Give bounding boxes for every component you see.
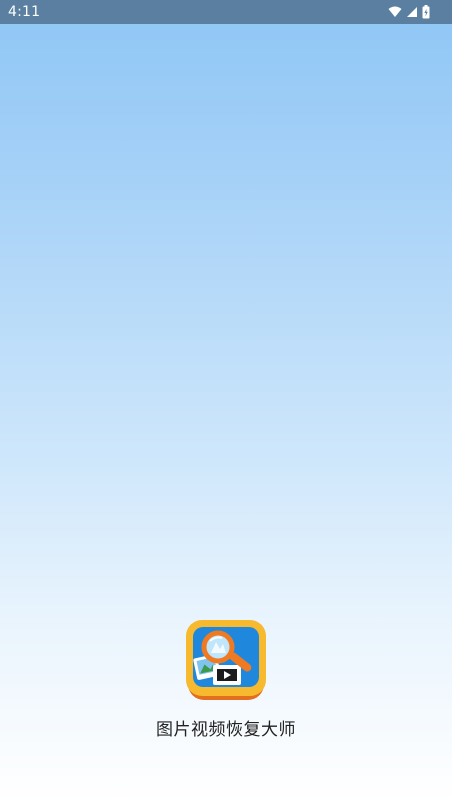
app-name: 图片视频恢复大师 xyxy=(156,720,296,740)
splash-screen: 4:11 图片视频恢复大师 xyxy=(0,0,452,804)
status-time: 4:11 xyxy=(8,4,41,20)
cellular-signal-icon xyxy=(406,6,418,18)
status-bar: 4:11 xyxy=(0,0,452,24)
app-logo-icon xyxy=(186,620,266,700)
status-icons xyxy=(388,4,430,20)
splash-content: 图片视频恢复大师 xyxy=(0,620,452,770)
battery-charging-icon xyxy=(422,5,430,19)
wifi-icon xyxy=(388,6,402,18)
